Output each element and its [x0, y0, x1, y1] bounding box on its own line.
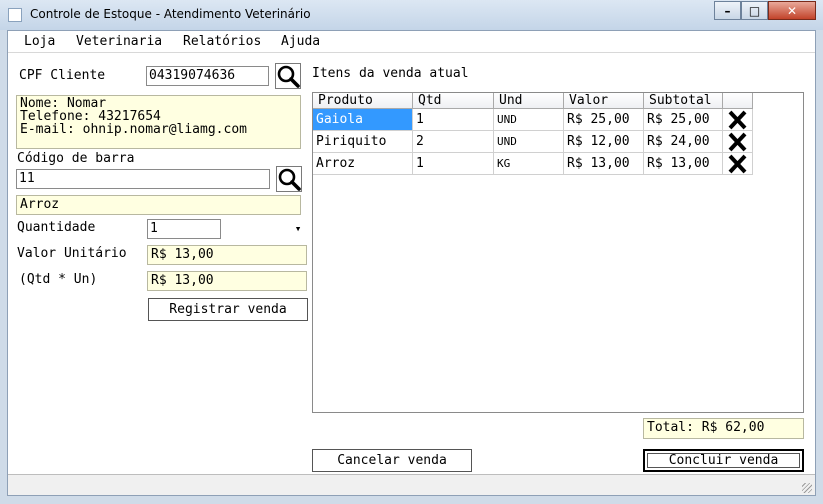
column-header-price[interactable]: Valor — [564, 93, 644, 109]
table-cell-price[interactable]: R$ 12,00 — [564, 131, 644, 153]
search-icon — [278, 168, 301, 191]
table-cell-qty[interactable]: 1 — [413, 109, 494, 131]
column-header-actions[interactable] — [723, 93, 753, 109]
resize-grip-icon[interactable] — [802, 483, 812, 493]
finish-sale-button[interactable]: Concluir venda — [643, 449, 804, 472]
delete-icon — [728, 132, 747, 152]
delete-item-button[interactable] — [723, 109, 753, 131]
table-cell-qty[interactable]: 2 — [413, 131, 494, 153]
maximize-icon: □ — [748, 4, 761, 18]
table-cell-unit[interactable]: UND — [494, 109, 564, 131]
table-cell-subtotal[interactable]: R$ 24,00 — [644, 131, 723, 153]
quantity-input[interactable]: 1 — [147, 219, 221, 239]
close-icon: ✕ — [786, 4, 798, 18]
delete-item-button[interactable] — [723, 131, 753, 153]
finish-sale-label: Concluir venda — [647, 453, 800, 468]
table-cell-unit[interactable]: UND — [494, 131, 564, 153]
column-header-product[interactable]: Produto — [313, 93, 413, 109]
column-header-subtotal[interactable]: Subtotal — [644, 93, 723, 109]
quantity-label: Quantidade — [17, 220, 96, 235]
cpf-label: CPF Cliente — [19, 68, 106, 83]
title-bar: Controle de Estoque - Atendimento Veteri… — [0, 0, 823, 30]
menu-veterinaria[interactable]: Veterinaria — [76, 34, 162, 49]
status-bar — [8, 474, 815, 495]
line-total-field: R$ 13,00 — [147, 271, 307, 291]
items-title: Itens da venda atual — [312, 66, 469, 81]
barcode-input[interactable]: 11 — [16, 169, 270, 189]
customer-info-box: Nome: Nomar Telefone: 43217654 E-mail: o… — [16, 95, 301, 149]
barcode-label: Código de barra — [17, 151, 135, 166]
total-field: Total: R$ 62,00 — [643, 418, 804, 439]
maximize-button[interactable]: □ — [741, 1, 768, 20]
search-customer-button[interactable] — [275, 63, 301, 89]
quantity-dropdown-icon[interactable]: ▾ — [291, 219, 305, 239]
table-cell-price[interactable]: R$ 25,00 — [564, 109, 644, 131]
table-cell-price[interactable]: R$ 13,00 — [564, 153, 644, 175]
minimize-button[interactable]: – — [714, 1, 741, 20]
close-button[interactable]: ✕ — [768, 1, 816, 20]
delete-icon — [728, 154, 747, 174]
register-sale-button[interactable]: Registrar venda — [148, 298, 308, 321]
table-cell-subtotal[interactable]: R$ 25,00 — [644, 109, 723, 131]
column-header-qty[interactable]: Qtd — [413, 93, 494, 109]
menu-ajuda[interactable]: Ajuda — [281, 34, 320, 49]
unit-price-label: Valor Unitário — [17, 246, 127, 261]
table-cell-product[interactable]: Piriquito — [313, 131, 413, 153]
search-barcode-button[interactable] — [276, 166, 302, 192]
table-cell-unit[interactable]: KG — [494, 153, 564, 175]
search-icon — [277, 65, 300, 88]
table-cell-qty[interactable]: 1 — [413, 153, 494, 175]
delete-item-button[interactable] — [723, 153, 753, 175]
customer-email: E-mail: ohnip.nomar@liamg.com — [20, 122, 247, 137]
cpf-input[interactable]: 04319074636 — [146, 66, 269, 86]
cancel-sale-button[interactable]: Cancelar venda — [312, 449, 472, 472]
product-name-field: Arroz — [16, 195, 301, 215]
menu-loja[interactable]: Loja — [24, 34, 55, 49]
line-total-label: (Qtd * Un) — [19, 272, 98, 287]
table-cell-product[interactable]: Gaiola — [313, 109, 413, 131]
table-cell-subtotal[interactable]: R$ 13,00 — [644, 153, 723, 175]
table-cell-product[interactable]: Arroz — [313, 153, 413, 175]
menu-bar: Loja Veterinaria Relatórios Ajuda — [8, 31, 815, 53]
unit-price-field: R$ 13,00 — [147, 245, 307, 265]
app-icon — [8, 8, 22, 22]
delete-icon — [728, 110, 747, 130]
menu-relatorios[interactable]: Relatórios — [183, 34, 261, 49]
window-title: Controle de Estoque - Atendimento Veteri… — [30, 7, 311, 21]
column-header-unit[interactable]: Und — [494, 93, 564, 109]
minimize-icon: – — [724, 4, 731, 18]
